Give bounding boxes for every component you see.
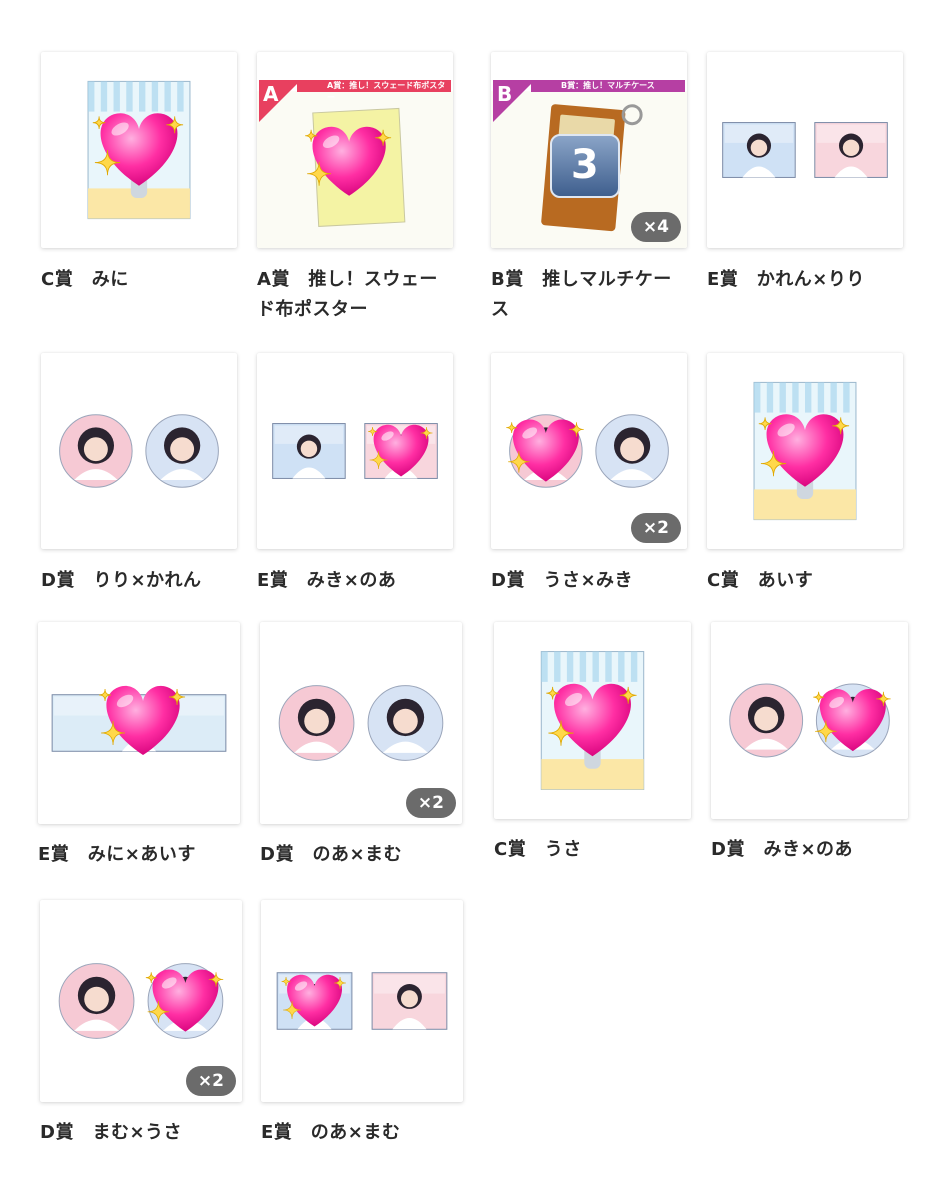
awning-stripe — [113, 81, 120, 112]
prize-image-card[interactable]: ×2 — [491, 353, 687, 549]
awning-stripe — [843, 382, 850, 413]
awning-stripe — [579, 651, 587, 682]
prize-image-card[interactable] — [38, 622, 240, 824]
badge-left — [58, 963, 135, 1039]
prize-image-card[interactable]: ×2 — [260, 622, 462, 824]
quantity-badge: ×2 — [185, 1066, 236, 1096]
prize-image — [753, 381, 857, 521]
prize-caption: C賞 うさ — [494, 839, 582, 860]
prize-caption: D賞 りり×かれん — [41, 570, 202, 591]
prize-caption: D賞 まむ×うさ — [40, 1122, 183, 1143]
prize-caption: B賞 推しマルチケース — [491, 269, 672, 320]
photo-card-right — [371, 972, 448, 1030]
prize-image — [722, 122, 888, 178]
prize-caption: D賞 うさ×みき — [491, 570, 634, 591]
awning-stripe — [630, 651, 638, 682]
awning-stripe — [126, 81, 133, 112]
awning-stripe — [100, 81, 108, 112]
prize-image-card[interactable] — [707, 52, 903, 248]
awning-stripe — [754, 382, 761, 413]
photo-card-left — [272, 423, 346, 479]
prize-caption: C賞 あいす — [707, 570, 814, 591]
prize-banner: A賞：推し！スウェード布ポスター A — [257, 80, 453, 122]
photo-card-right — [814, 122, 888, 178]
awning-stripe — [817, 382, 825, 413]
awning-stripe — [618, 651, 625, 682]
badge-left — [729, 683, 804, 758]
prize-image-card[interactable] — [41, 353, 237, 549]
awning-stripe — [566, 651, 574, 682]
awning-stripe — [805, 382, 812, 413]
prize-caption: D賞 みき×のあ — [711, 839, 854, 860]
prize-image-card[interactable]: ×2 — [40, 900, 242, 1102]
prize-image-card[interactable] — [711, 622, 908, 819]
quantity-badge: ×2 — [630, 513, 681, 543]
prize-caption: E賞 のあ×まむ — [261, 1122, 401, 1143]
prize-grid: C賞 みに A賞：推し！スウェード布ポスター A A賞 推し！スウェード布ポスター B賞… — [0, 0, 941, 1200]
prize-caption: E賞 かれん×りり — [707, 269, 865, 290]
awning-stripe — [792, 382, 799, 413]
awning-stripe — [592, 651, 599, 682]
banner-text: B賞：推し！マルチケース — [531, 80, 685, 92]
awning-stripe — [139, 81, 146, 112]
prize-banner: B賞：推し！マルチケース B — [491, 80, 687, 122]
badge-right — [145, 414, 219, 488]
awning-stripe — [88, 81, 95, 112]
awning-stripe — [605, 651, 612, 682]
prize-image-card[interactable] — [257, 353, 453, 549]
number-3-emoji-icon: 3 — [549, 134, 620, 199]
quantity-badge: ×2 — [405, 788, 456, 818]
badge-right — [595, 414, 669, 488]
banner-text: A賞：推し！スウェード布ポスター — [297, 80, 451, 102]
awning-stripe — [830, 382, 837, 413]
prize-image-card[interactable]: A賞：推し！スウェード布ポスター A — [257, 52, 453, 248]
awning-stripe — [177, 81, 184, 112]
awning-stripe — [766, 382, 774, 413]
badge-left — [278, 685, 355, 761]
badge-right — [367, 685, 444, 761]
prize-image — [276, 972, 448, 1030]
awning-stripe — [779, 382, 786, 413]
prize-image-card[interactable] — [261, 900, 463, 1102]
awning-stripe — [541, 651, 548, 682]
awning-stripe — [164, 81, 171, 112]
prize-image — [272, 423, 438, 479]
prize-image-card[interactable] — [41, 52, 237, 248]
prize-image — [540, 651, 645, 790]
prize-image-card[interactable] — [707, 353, 903, 549]
prize-image — [59, 414, 219, 488]
prize-caption: E賞 みに×あいす — [38, 844, 196, 865]
prize-image — [51, 685, 227, 755]
prize-caption: D賞 のあ×まむ — [260, 844, 403, 865]
prize-image — [87, 80, 191, 220]
prize-caption: A賞 推し！スウェード布ポスター — [257, 269, 438, 320]
awning-stripe — [151, 81, 159, 112]
prize-image — [729, 683, 891, 758]
quantity-badge: ×4 — [630, 212, 681, 242]
photo-card-left — [722, 122, 796, 178]
prize-image-card[interactable] — [494, 622, 691, 819]
prize-caption: C賞 みに — [41, 269, 129, 290]
badge-left — [59, 414, 133, 488]
prize-image-card[interactable]: B賞：推し！マルチケース B 3 ×4 — [491, 52, 687, 248]
prize-caption: E賞 みき×のあ — [257, 570, 397, 591]
awning-stripe — [554, 651, 561, 682]
